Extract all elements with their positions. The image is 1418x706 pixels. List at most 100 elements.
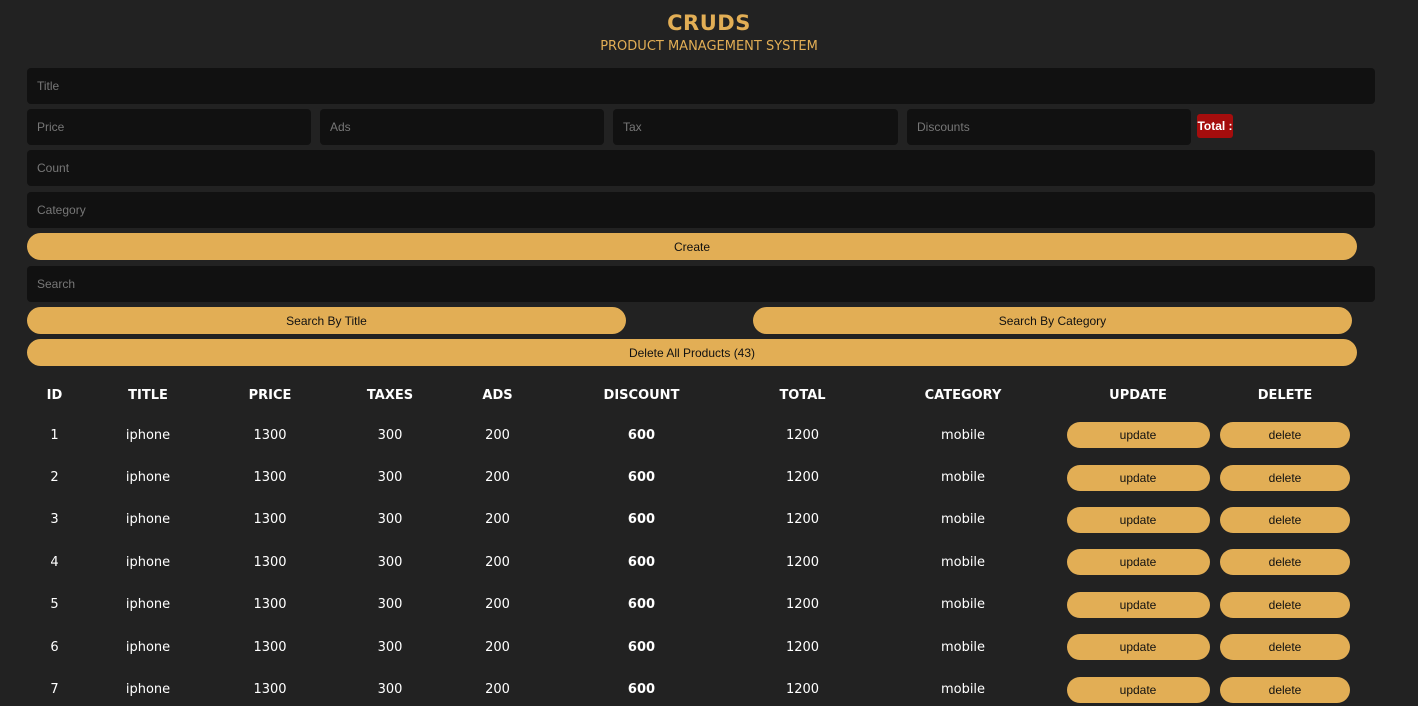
cell-discount: 600	[627, 512, 656, 528]
cell-id: 4	[50, 554, 59, 570]
update-button[interactable]: update	[1066, 676, 1210, 703]
cell-update: update	[1063, 668, 1213, 706]
delete-all-button[interactable]: Delete All Products (43)	[27, 339, 1357, 366]
update-button[interactable]: update	[1066, 549, 1210, 576]
table-row: 3 iphone 1300 300 200 600 1200 mobile up…	[27, 499, 1357, 541]
cell-discount: 600	[627, 554, 656, 570]
table-row: 1 iphone 1300 300 200 600 1200 mobile up…	[27, 414, 1357, 456]
table-row: 7 iphone 1300 300 200 600 1200 mobile up…	[27, 668, 1357, 706]
header-update: UPDATE	[1109, 387, 1167, 403]
delete-button[interactable]: delete	[1220, 422, 1350, 449]
discounts-input[interactable]	[907, 109, 1191, 145]
cell-delete: delete	[1213, 499, 1357, 541]
table-row: 4 iphone 1300 300 200 600 1200 mobile up…	[27, 541, 1357, 583]
cell-ads: 200	[485, 639, 510, 655]
cell-total: 1200	[785, 639, 820, 655]
price-input[interactable]	[27, 109, 311, 145]
cell-price: 1300	[253, 597, 287, 613]
header-taxes: TAXES	[366, 387, 414, 403]
cell-id: 3	[50, 512, 59, 528]
delete-button[interactable]: delete	[1220, 591, 1350, 618]
products-table: ID TITLE PRICE TAXES ADS DISCOUNT TOTAL …	[27, 376, 1357, 706]
cell-delete: delete	[1213, 541, 1357, 583]
cell-discount: 600	[627, 427, 656, 443]
page-header: CRUDS PRODUCT MANAGEMENT SYSTEM	[0, 0, 1418, 55]
table-row: 2 iphone 1300 300 200 600 1200 mobile up…	[27, 456, 1357, 498]
cell-title: iphone	[125, 470, 171, 486]
cell-ads: 200	[485, 682, 510, 698]
cell-category: mobile	[940, 597, 986, 613]
cell-delete: delete	[1213, 626, 1357, 668]
cell-delete: delete	[1213, 456, 1357, 498]
search-by-title-button[interactable]: Search By Title	[27, 307, 626, 334]
cell-category: mobile	[940, 512, 986, 528]
ads-input[interactable]	[320, 109, 604, 145]
cell-price: 1300	[253, 554, 287, 570]
cell-taxes: 300	[377, 682, 403, 698]
cell-id: 5	[50, 597, 59, 613]
cell-title: iphone	[125, 597, 171, 613]
header-delete: DELETE	[1257, 387, 1313, 403]
cell-category: mobile	[940, 554, 986, 570]
cell-price: 1300	[253, 470, 287, 486]
search-input[interactable]	[27, 266, 1375, 302]
cell-total: 1200	[785, 512, 820, 528]
cell-id: 2	[50, 470, 59, 486]
cell-update: update	[1063, 626, 1213, 668]
cell-delete: delete	[1213, 668, 1357, 706]
cell-update: update	[1063, 584, 1213, 626]
cell-category: mobile	[940, 682, 986, 698]
tax-input[interactable]	[613, 109, 898, 145]
cell-price: 1300	[253, 682, 287, 698]
header-discount: DISCOUNT	[603, 387, 680, 403]
update-button[interactable]: update	[1066, 591, 1210, 618]
cell-delete: delete	[1213, 414, 1357, 456]
title-input[interactable]	[27, 68, 1375, 104]
cell-id: 6	[50, 639, 59, 655]
total-badge: Total :	[1197, 114, 1233, 138]
cell-title: iphone	[125, 427, 171, 443]
cell-total: 1200	[785, 682, 820, 698]
header-title: TITLE	[128, 387, 168, 403]
cell-total: 1200	[785, 597, 820, 613]
cell-category: mobile	[940, 427, 986, 443]
cell-update: update	[1063, 541, 1213, 583]
cell-ads: 200	[485, 512, 510, 528]
cell-taxes: 300	[377, 512, 403, 528]
cell-discount: 600	[627, 682, 656, 698]
header-id: ID	[46, 387, 63, 403]
cell-taxes: 300	[377, 427, 403, 443]
delete-button[interactable]: delete	[1220, 506, 1350, 533]
count-input[interactable]	[27, 150, 1375, 186]
crud-app: CRUDS PRODUCT MANAGEMENT SYSTEM Total : …	[0, 0, 1418, 706]
delete-button[interactable]: delete	[1220, 464, 1350, 491]
cell-update: update	[1063, 414, 1213, 456]
cell-discount: 600	[627, 597, 656, 613]
cell-price: 1300	[253, 512, 287, 528]
cell-id: 1	[50, 427, 59, 443]
update-button[interactable]: update	[1066, 506, 1210, 533]
header-total: TOTAL	[779, 387, 826, 403]
category-input[interactable]	[27, 192, 1375, 228]
update-button[interactable]: update	[1066, 464, 1210, 491]
cell-discount: 600	[627, 639, 656, 655]
cell-taxes: 300	[377, 554, 403, 570]
cell-title: iphone	[125, 682, 171, 698]
create-button[interactable]: Create	[27, 233, 1357, 260]
delete-button[interactable]: delete	[1220, 634, 1350, 661]
cell-total: 1200	[785, 427, 820, 443]
cell-taxes: 300	[377, 639, 403, 655]
search-by-category-button[interactable]: Search By Category	[753, 307, 1352, 334]
update-button[interactable]: update	[1066, 422, 1210, 449]
delete-button[interactable]: delete	[1220, 676, 1350, 703]
cell-ads: 200	[485, 554, 510, 570]
cell-update: update	[1063, 499, 1213, 541]
table-header-row: ID TITLE PRICE TAXES ADS DISCOUNT TOTAL …	[27, 376, 1357, 414]
delete-button[interactable]: delete	[1220, 549, 1350, 576]
update-button[interactable]: update	[1066, 634, 1210, 661]
cell-total: 1200	[785, 554, 820, 570]
header-category: CATEGORY	[924, 387, 1002, 403]
page-subtitle: PRODUCT MANAGEMENT SYSTEM	[600, 39, 818, 54]
table-row: 6 iphone 1300 300 200 600 1200 mobile up…	[27, 626, 1357, 668]
cell-category: mobile	[940, 639, 986, 655]
